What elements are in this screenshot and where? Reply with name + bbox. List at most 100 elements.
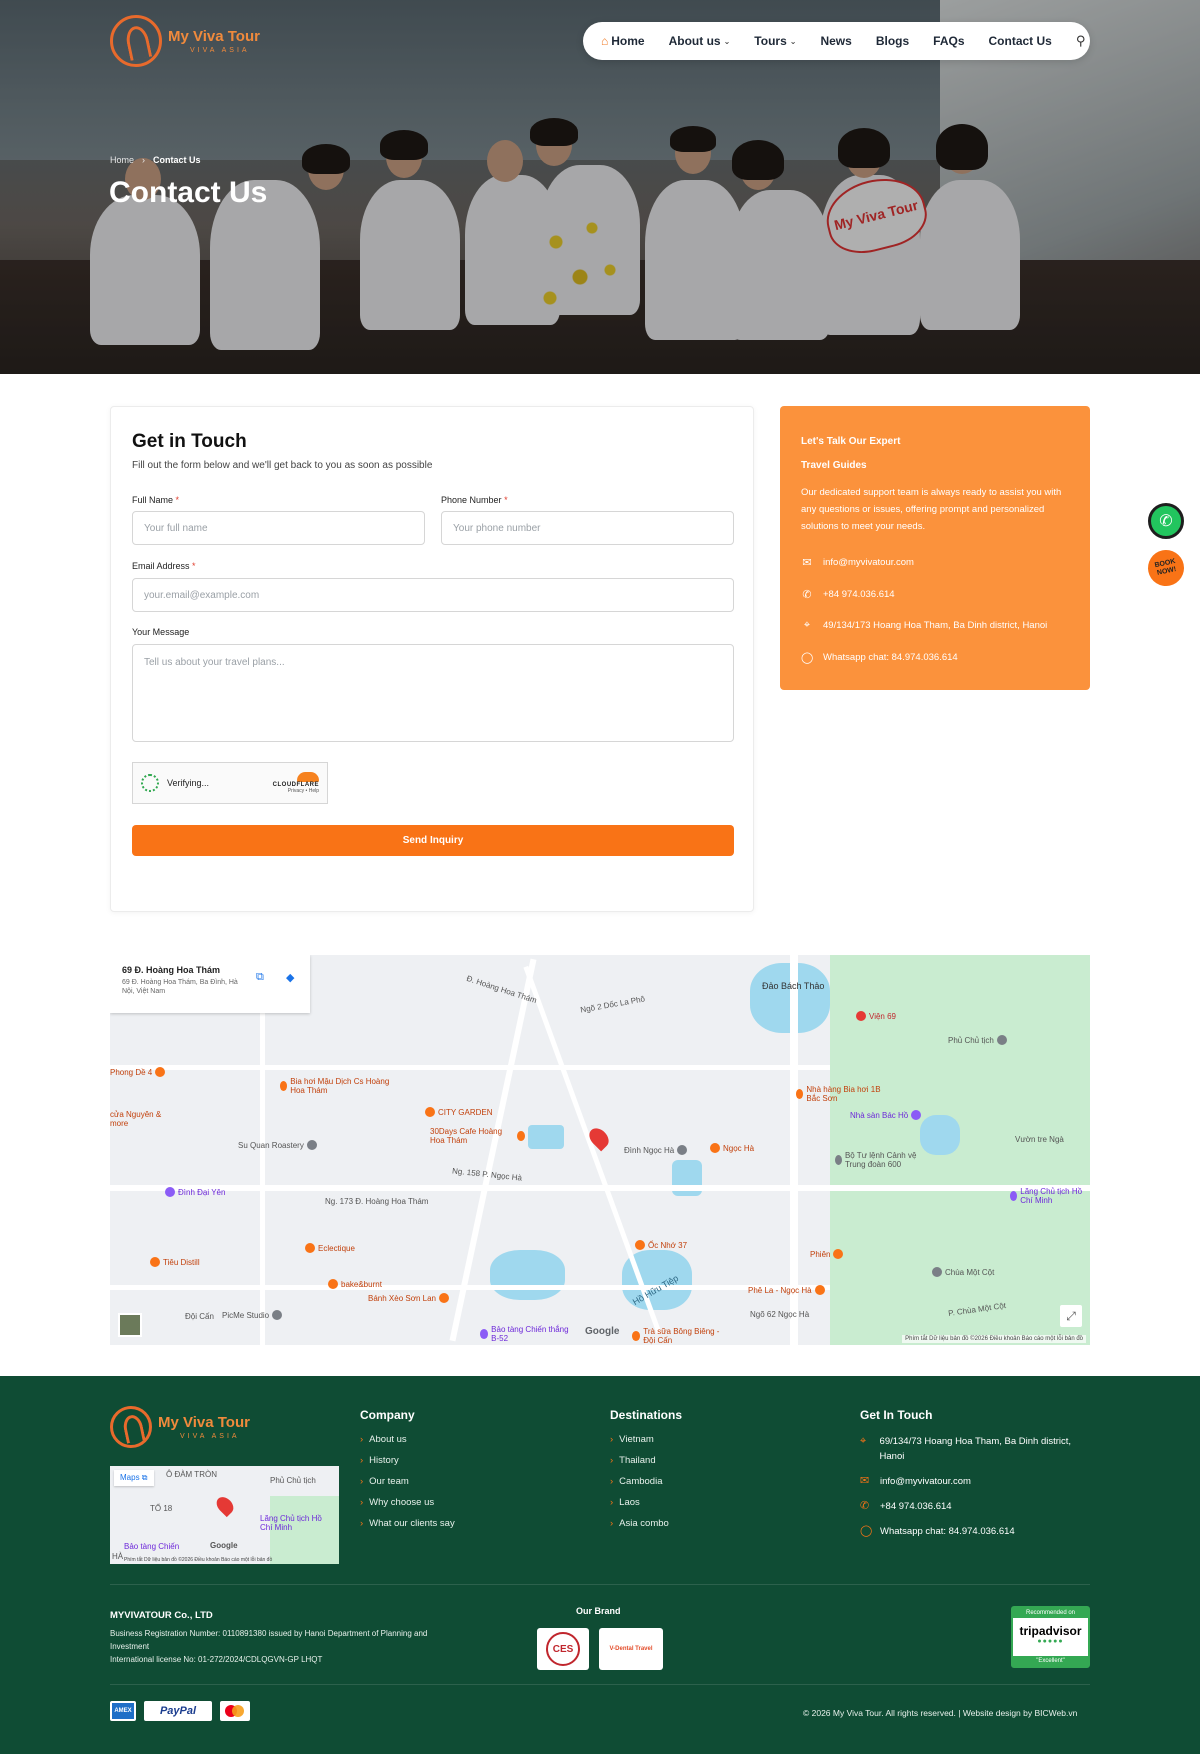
map-road xyxy=(110,1185,1090,1191)
footer-link-why-choose-us[interactable]: › Why choose us xyxy=(360,1497,455,1508)
footer-column-title: Destinations xyxy=(610,1408,683,1422)
international-license: International license No: 01-272/2024/CD… xyxy=(110,1655,323,1664)
map-poi[interactable]: 30Days Cafe Hoàng Hoa Thám xyxy=(430,1127,525,1145)
map-poi[interactable]: PicMe Studio xyxy=(222,1310,283,1320)
full-name-input[interactable]: Your full name xyxy=(132,511,425,545)
map-layer-toggle[interactable] xyxy=(118,1313,142,1337)
map-poi[interactable]: Bộ Tư lệnh Cảnh vệ Trung đoàn 600 xyxy=(835,1151,935,1169)
message-textarea[interactable]: Tell us about your travel plans... xyxy=(132,644,734,742)
nav-item-home[interactable]: ⌂ Home xyxy=(601,34,645,48)
map-poi[interactable]: Bia hơi Mậu Dịch Cs Hoàng Hoa Thám xyxy=(280,1077,390,1095)
footer-link-clients[interactable]: › What our clients say xyxy=(360,1518,455,1529)
business-registration: Business Registration Number: 0110891380… xyxy=(110,1629,428,1651)
brand-logo-vdental[interactable]: V-Dental Travel xyxy=(599,1628,663,1670)
open-in-maps-icon[interactable]: ⧉ xyxy=(256,971,264,984)
map-poi[interactable]: cửa Nguyên & more xyxy=(110,1110,170,1128)
map-poi[interactable]: Đình Ngọc Hà xyxy=(624,1145,688,1155)
nav-item-faqs[interactable]: FAQs xyxy=(933,34,964,48)
map-poi[interactable]: Ngọc Hà xyxy=(710,1143,754,1153)
footer-link-our-team[interactable]: › Our team xyxy=(360,1476,455,1487)
phone-icon: ✆ xyxy=(802,589,812,601)
google-map[interactable]: Đ. Hoàng Hoa Thám Ngõ 2 Dốc La Phô Đảo B… xyxy=(110,955,1090,1345)
captcha-status: Verifying... xyxy=(167,778,210,788)
info-email[interactable]: ✉ info@myvivatour.com xyxy=(801,556,914,569)
map-poi[interactable]: Viện 69 xyxy=(856,1011,896,1021)
footer-link-history[interactable]: › History xyxy=(360,1455,455,1466)
map-poi[interactable]: Phong Dề 4 xyxy=(110,1067,166,1077)
map-poi[interactable]: Nhà hàng Bia hơi 1B Bắc Sơn xyxy=(796,1085,886,1103)
nav-item-label: Home xyxy=(611,34,645,48)
footer-link-laos[interactable]: › Laos xyxy=(610,1497,682,1508)
site-logo[interactable]: My Viva Tour VIVA ASIA xyxy=(110,15,260,67)
full-name-label: Full Name * xyxy=(132,495,180,505)
footer-link-vietnam[interactable]: › Vietnam xyxy=(610,1434,682,1445)
mail-icon: ✉ xyxy=(802,557,812,569)
mini-map-label: Google xyxy=(210,1541,238,1550)
cloudflare-captcha[interactable]: Verifying... CLOUDFLARE Privacy • Help xyxy=(132,762,328,804)
form-title: Get in Touch xyxy=(132,431,247,452)
footer-link-cambodia[interactable]: › Cambodia xyxy=(610,1476,682,1487)
nav-item-about-us[interactable]: About us ⌄ xyxy=(669,34,731,48)
footer-link-about-us[interactable]: › About us xyxy=(360,1434,455,1445)
nav-item-label: Contact Us xyxy=(988,34,1052,48)
map-poi[interactable]: bake&burnt xyxy=(328,1279,382,1289)
info-whatsapp[interactable]: ◯ Whatsapp chat: 84.974.036.614 xyxy=(801,651,958,664)
fullscreen-icon[interactable]: ⤢ xyxy=(1060,1305,1082,1327)
nav-item-blogs[interactable]: Blogs xyxy=(876,34,909,48)
nav-item-news[interactable]: News xyxy=(820,34,851,48)
nav-item-label: About us xyxy=(668,34,721,48)
email-input[interactable]: your.email@example.com xyxy=(132,578,734,612)
brand-logo-ces[interactable]: CES xyxy=(537,1628,589,1670)
rating-dots-icon: ●●●●● xyxy=(1037,1638,1064,1645)
map-poi[interactable]: Đình Đại Yên xyxy=(165,1187,225,1197)
map-poi[interactable]: Bánh Xèo Sơn Lan xyxy=(368,1293,449,1303)
nav-item-tours[interactable]: Tours ⌄ xyxy=(754,34,796,48)
nav-item-contact-us[interactable]: Contact Us xyxy=(989,34,1052,48)
map-poi[interactable]: Chùa Một Cột xyxy=(932,1267,994,1277)
ces-logo: CES xyxy=(546,1632,580,1666)
footer-logo[interactable]: My Viva Tour VIVA ASIA xyxy=(110,1406,250,1448)
map-poi[interactable]: Trà sữa Bông Biêng - Đội Cấn xyxy=(632,1327,732,1345)
footer-divider xyxy=(110,1684,1090,1685)
vdental-logo: V-Dental Travel xyxy=(609,1646,653,1652)
footer-whatsapp[interactable]: ◯ Whatsapp chat: 84.974.036.614 xyxy=(860,1524,1090,1539)
tripadvisor-badge[interactable]: Recommended on tripadvisor ●●●●● "Excell… xyxy=(1011,1606,1090,1668)
nav-item-label: Tours xyxy=(754,34,787,48)
paypal-icon: PayPal xyxy=(144,1701,212,1721)
book-now-float-button[interactable]: BOOK NOW! xyxy=(1144,546,1188,590)
map-label: Đảo Bách Thảo xyxy=(762,981,825,991)
footer-mini-map[interactable]: Maps ⧉ Ô ĐÀM TRÒN Phủ Chủ tịch TỔ 18 Lăn… xyxy=(110,1466,339,1564)
footer-link-asia-combo[interactable]: › Asia combo xyxy=(610,1518,682,1529)
mini-map-label: Ô ĐÀM TRÒN xyxy=(166,1470,217,1479)
mini-map-open-link[interactable]: Maps ⧉ xyxy=(114,1470,154,1486)
map-poi[interactable]: Ốc Nhớ 37 xyxy=(635,1240,687,1250)
send-inquiry-button[interactable]: Send Inquiry xyxy=(132,825,734,856)
map-poi[interactable]: Lăng Chủ tịch Hồ Chí Minh xyxy=(1010,1187,1090,1205)
map-poi[interactable]: Phê La - Ngọc Hà xyxy=(748,1285,825,1295)
map-poi[interactable]: Bảo tàng Chiến thắng B-52 xyxy=(480,1325,570,1343)
map-poi[interactable]: Su Quan Roastery xyxy=(238,1140,317,1150)
info-address: ⌖ 49/134/173 Hoang Hoa Tham, Ba Dinh dist… xyxy=(801,619,1047,632)
breadcrumb-home[interactable]: Home xyxy=(110,155,134,165)
map-poi[interactable]: Phiên xyxy=(810,1249,844,1259)
captcha-links[interactable]: Privacy • Help xyxy=(288,788,319,794)
search-icon[interactable]: ⚲ xyxy=(1076,33,1086,49)
footer-email[interactable]: ✉ info@myvivatour.com xyxy=(860,1474,1090,1489)
map-poi[interactable]: Phủ Chủ tịch xyxy=(948,1035,1007,1045)
footer-link-thailand[interactable]: › Thailand xyxy=(610,1455,682,1466)
directions-icon[interactable]: ◆ xyxy=(286,971,294,984)
map-poi[interactable]: Nhà sàn Bác Hồ xyxy=(850,1110,922,1120)
info-heading: Let's Talk Our Expert Travel Guides xyxy=(801,436,901,471)
map-poi[interactable]: Tiêu Distill xyxy=(150,1257,200,1267)
map-poi[interactable]: Eclectique xyxy=(305,1243,355,1253)
map-attribution[interactable]: Phím tắt Dữ liệu bản đồ ©2026 Điều khoản… xyxy=(902,1335,1086,1343)
phone-input[interactable]: Your phone number xyxy=(441,511,734,545)
footer-phone[interactable]: ✆ +84 974.036.614 xyxy=(860,1499,1090,1514)
map-poi[interactable]: CITY GARDEN xyxy=(425,1107,493,1117)
logo-mark-icon xyxy=(110,15,162,67)
footer-destinations-column: Destinations › Vietnam › Thailand › Cambodi… xyxy=(610,1408,682,1539)
whatsapp-float-button[interactable]: ✆ xyxy=(1148,503,1184,539)
map-lake xyxy=(490,1250,565,1300)
info-phone[interactable]: ✆ +84 974.036.614 xyxy=(801,588,894,601)
location-pin-icon xyxy=(213,1493,237,1518)
